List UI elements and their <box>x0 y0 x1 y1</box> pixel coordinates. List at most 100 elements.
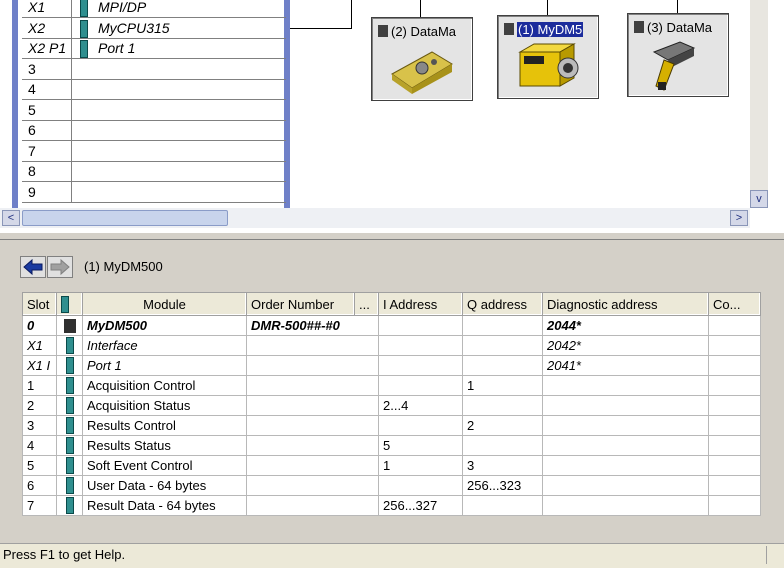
column-header-module[interactable]: Module <box>82 292 247 316</box>
rack-row[interactable]: 8 <box>22 161 286 182</box>
rack-row[interactable]: X2 P1 Port 1 <box>22 38 286 59</box>
cell-module: Soft Event Control <box>82 455 247 476</box>
rack-row[interactable]: 5 <box>22 99 286 121</box>
rack-row[interactable]: X2 MyCPU315 <box>22 17 286 39</box>
cell-comment <box>708 335 761 356</box>
module-icon <box>65 437 74 455</box>
column-header-i-address[interactable]: I Address <box>378 292 463 316</box>
vertical-scrollbar[interactable] <box>750 0 768 208</box>
cell-icon <box>56 455 83 476</box>
cell-slot: 2 <box>22 395 57 416</box>
cell-diagnostic-address <box>542 435 709 456</box>
scroll-right-button[interactable]: > <box>730 210 748 226</box>
table-row[interactable]: 2 Acquisition Status 2...4 <box>22 395 761 416</box>
table-header: Slot Module Order Number ... I Address Q… <box>22 292 761 316</box>
column-header-diagnostic-address[interactable]: Diagnostic address <box>542 292 709 316</box>
cell-module: Result Data - 64 bytes <box>82 495 247 516</box>
column-header-comment[interactable]: Co... <box>708 292 761 316</box>
pane-splitter[interactable] <box>0 232 784 240</box>
resize-grip[interactable] <box>766 546 783 564</box>
device-datamap-3[interactable]: (3) DataMa <box>627 13 729 97</box>
scroll-down-button[interactable]: v <box>750 190 768 208</box>
cell-i-address: 2...4 <box>378 395 463 416</box>
detail-title: (1) MyDM500 <box>84 259 163 274</box>
arrow-right-icon <box>50 258 70 276</box>
rack-row[interactable]: 9 <box>22 181 286 203</box>
cell-order-number <box>246 495 379 516</box>
horizontal-scroll-thumb[interactable] <box>22 210 228 226</box>
scroll-left-button[interactable]: < <box>2 210 20 226</box>
cell-order-number <box>246 335 379 356</box>
module-icon <box>65 457 74 475</box>
device-icon <box>378 25 388 37</box>
cell-order-number <box>246 455 379 476</box>
column-header-slot[interactable]: Slot <box>22 292 57 316</box>
handheld-scanner-icon <box>652 41 696 91</box>
rack-row[interactable]: 3 <box>22 58 286 80</box>
column-header-order-number[interactable]: Order Number <box>246 292 355 316</box>
device-label: (3) DataMa <box>634 20 712 35</box>
rack-slot-label: 7 <box>22 140 72 161</box>
rack-slot-label: X2 P1 <box>22 38 72 58</box>
table-row[interactable]: 0 MyDM500 DMR-500##-#0 2044* <box>22 315 761 336</box>
device-icon <box>504 23 514 35</box>
device-datamap-2[interactable]: (2) DataMa <box>371 17 473 101</box>
cell-comment <box>708 415 761 436</box>
cell-q-address <box>462 435 543 456</box>
cell-order-number: DMR-500##-#0 <box>246 315 379 336</box>
cell-module: Port 1 <box>82 355 247 376</box>
table-row[interactable]: X1 I Port 1 2041* <box>22 355 761 376</box>
reader-camera-icon <box>391 51 453 94</box>
hardware-view: X1 MPI/DP X2 MyCPU315 X2 P1 Port 1 3456789 (2)… <box>0 0 784 232</box>
cell-diagnostic-address <box>542 375 709 396</box>
cell-icon <box>56 475 83 496</box>
rack-row[interactable]: 7 <box>22 140 286 162</box>
back-button[interactable] <box>20 256 46 278</box>
column-header-q-address[interactable]: Q address <box>462 292 543 316</box>
chevron-right-icon: > <box>735 212 743 224</box>
table-row[interactable]: 5 Soft Event Control 1 3 <box>22 455 761 476</box>
cell-comment <box>708 395 761 416</box>
rack-slot-label: X2 <box>22 17 72 38</box>
cell-slot: 3 <box>22 415 57 436</box>
cell-module: MyDM500 <box>82 315 247 336</box>
rack-row[interactable]: 6 <box>22 120 286 141</box>
cell-q-address: 256...323 <box>462 475 543 496</box>
column-header-icon[interactable] <box>56 292 83 316</box>
rack-module-name: MPI/DP <box>98 0 147 15</box>
forward-button[interactable] <box>47 256 73 278</box>
rack-slot-label: 8 <box>22 161 72 181</box>
rack-row[interactable]: 4 <box>22 79 286 100</box>
cell-comment <box>708 375 761 396</box>
table-row[interactable]: 3 Results Control 2 <box>22 415 761 436</box>
cell-slot: 0 <box>22 315 57 336</box>
cell-module: Results Control <box>82 415 247 436</box>
cell-icon <box>56 355 83 376</box>
rack-slot-label: 9 <box>22 181 72 202</box>
device-label: (1) MyDM5 <box>504 22 584 37</box>
rack-row[interactable]: X1 MPI/DP <box>22 0 286 18</box>
table-row[interactable]: X1 Interface 2042* <box>22 335 761 356</box>
cell-i-address <box>378 355 463 376</box>
cell-comment <box>708 475 761 496</box>
chevron-left-icon: < <box>7 212 15 224</box>
cell-icon <box>56 395 83 416</box>
cell-icon <box>56 415 83 436</box>
table-row[interactable]: 7 Result Data - 64 bytes 256...327 <box>22 495 761 516</box>
rack-module: Port 1 <box>74 38 135 59</box>
table-row[interactable]: 1 Acquisition Control 1 <box>22 375 761 396</box>
device-mydm500[interactable]: (1) MyDM5 <box>497 15 599 99</box>
cell-i-address <box>378 335 463 356</box>
cell-i-address <box>378 475 463 496</box>
module-icon <box>80 0 88 18</box>
column-header-order-more[interactable]: ... <box>354 292 379 316</box>
table-row[interactable]: 4 Results Status 5 <box>22 435 761 456</box>
table-row[interactable]: 6 User Data - 64 bytes 256...323 <box>22 475 761 496</box>
arrow-left-icon <box>23 258 43 276</box>
cell-slot: 4 <box>22 435 57 456</box>
cell-i-address: 256...327 <box>378 495 463 516</box>
cell-i-address: 1 <box>378 455 463 476</box>
cell-comment <box>708 435 761 456</box>
cell-diagnostic-address <box>542 495 709 516</box>
module-icon <box>65 337 74 355</box>
